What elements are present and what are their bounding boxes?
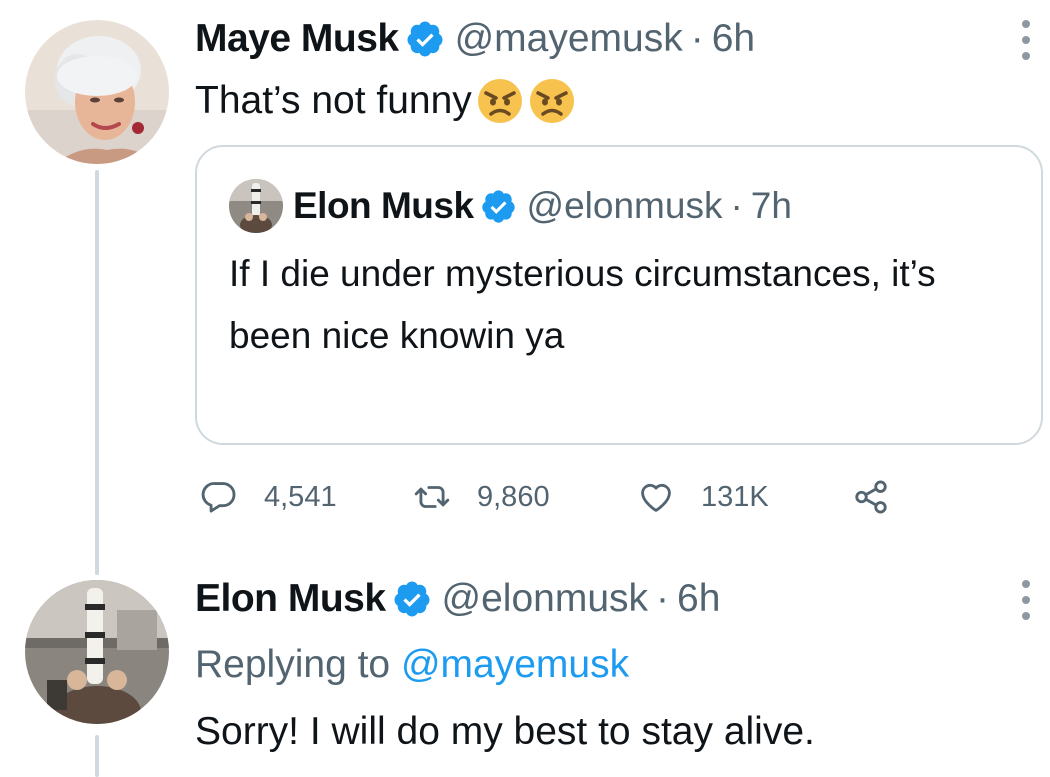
retweet-count: 9,860 (477, 480, 550, 513)
timestamp[interactable]: 6h (677, 576, 720, 622)
avatar-elon-musk-small[interactable] (229, 179, 283, 233)
tweet-text: That’s not funny (195, 77, 576, 125)
angry-face-icon (528, 77, 576, 125)
handle[interactable]: @elonmusk (442, 576, 649, 622)
quoted-tweet-header: Elon Musk @elonmusk · 7h (229, 179, 792, 233)
heart-icon (637, 478, 675, 516)
timestamp[interactable]: 7h (751, 184, 792, 228)
reply-button[interactable]: 4,541 (200, 478, 413, 516)
separator: · (656, 577, 670, 620)
tweet-header: Elon Musk @elonmusk · 6h (195, 576, 720, 622)
avatar-elon-musk[interactable] (25, 580, 169, 724)
separator: · (730, 185, 743, 226)
like-count: 131K (701, 480, 769, 513)
tweet-body: That’s not funny (195, 79, 472, 122)
angry-face-icon (476, 77, 524, 125)
tweet-actions: 4,541 9,860 131K (200, 472, 890, 522)
reply-icon (200, 478, 238, 516)
thread-connector (95, 735, 99, 777)
tweet-header: Maye Musk @mayemusk · 6h (195, 16, 755, 62)
more-vertical-icon[interactable] (1020, 580, 1032, 620)
handle[interactable]: @mayemusk (455, 16, 683, 62)
replying-to: Replying to @mayemusk (195, 642, 629, 688)
tweet-thread: Maye Musk @mayemusk · 6h That’s not funn… (0, 0, 1050, 777)
separator: · (690, 17, 704, 60)
retweet-button[interactable]: 9,860 (413, 478, 637, 516)
display-name[interactable]: Elon Musk (195, 576, 386, 622)
display-name[interactable]: Maye Musk (195, 16, 399, 62)
quoted-tweet-card[interactable]: Elon Musk @elonmusk · 7h If I die under … (195, 145, 1043, 445)
more-vertical-icon[interactable] (1020, 20, 1032, 60)
verified-badge-icon (405, 19, 445, 59)
mention-link[interactable]: @mayemusk (401, 643, 629, 686)
avatar-maye-musk[interactable] (25, 20, 169, 164)
replying-prefix: Replying to (195, 643, 391, 686)
handle[interactable]: @elonmusk (527, 184, 723, 228)
quoted-tweet-text: If I die under mysterious circumstances,… (229, 253, 936, 356)
verified-badge-icon (392, 579, 432, 619)
share-icon (852, 478, 890, 516)
retweet-icon (413, 478, 451, 516)
display-name[interactable]: Elon Musk (293, 184, 474, 228)
reply-count: 4,541 (264, 480, 337, 513)
timestamp[interactable]: 6h (712, 16, 755, 62)
verified-badge-icon (480, 188, 517, 225)
like-button[interactable]: 131K (637, 478, 852, 516)
share-button[interactable] (852, 478, 890, 516)
thread-connector (95, 170, 99, 575)
tweet-text: Sorry! I will do my best to stay alive. (195, 710, 815, 753)
